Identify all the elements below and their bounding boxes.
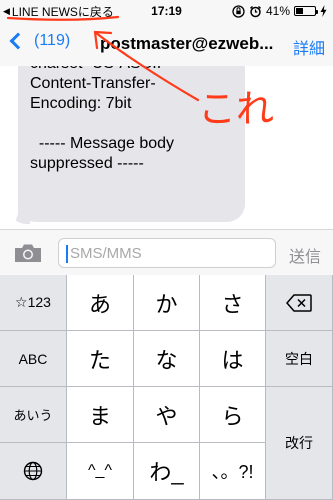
message-bubble[interactable]: charset=US-ASCII Content-Transfer- Encod… bbox=[18, 66, 245, 222]
key-abc[interactable]: ABC bbox=[0, 331, 67, 387]
keyboard: ☆123 あ か さ ABC た な は 空白 あいう ま や ら 改行 ^_^… bbox=[0, 275, 333, 500]
nav-bar: (119) postmaster@ezweb... 詳細 bbox=[0, 22, 333, 66]
key-kana[interactable]: あいう bbox=[0, 387, 67, 443]
key-space[interactable]: 空白 bbox=[266, 331, 333, 387]
message-list[interactable]: charset=US-ASCII Content-Transfer- Encod… bbox=[0, 66, 333, 229]
key-numbers[interactable]: ☆123 bbox=[0, 275, 67, 331]
charging-bolt-icon bbox=[320, 5, 327, 17]
battery-level bbox=[296, 8, 304, 14]
camera-icon[interactable] bbox=[14, 243, 42, 263]
details-button[interactable]: 詳細 bbox=[293, 35, 325, 59]
key-sa[interactable]: さ bbox=[200, 275, 266, 331]
key-ka[interactable]: か bbox=[134, 275, 200, 331]
chevron-left-icon bbox=[9, 32, 27, 50]
alarm-icon bbox=[250, 5, 261, 17]
back-button[interactable]: (119) bbox=[6, 32, 70, 50]
battery-percent: 41% bbox=[265, 4, 290, 18]
unread-count: (119) bbox=[34, 32, 71, 49]
key-a[interactable]: あ bbox=[67, 275, 134, 331]
key-na[interactable]: な bbox=[134, 331, 200, 387]
message-placeholder: SMS/MMS bbox=[70, 245, 142, 262]
compose-bar: SMS/MMS 送信 bbox=[0, 229, 333, 275]
key-ya[interactable]: や bbox=[134, 387, 200, 443]
key-ta[interactable]: た bbox=[67, 331, 134, 387]
message-text: charset=US-ASCII Content-Transfer- Encod… bbox=[30, 66, 175, 172]
status-indicators: 41% bbox=[232, 3, 327, 19]
delete-icon bbox=[286, 293, 312, 312]
key-emoticon[interactable]: ^_^ bbox=[67, 443, 134, 500]
orientation-lock-icon bbox=[232, 4, 245, 18]
status-bar: ◀ LINE NEWSに戻る 17:19 41% bbox=[0, 0, 333, 22]
text-caret bbox=[66, 245, 68, 263]
key-punctuation[interactable]: 、。?! bbox=[200, 443, 266, 500]
key-delete[interactable] bbox=[266, 275, 333, 331]
message-input[interactable]: SMS/MMS bbox=[58, 238, 276, 268]
key-ma[interactable]: ま bbox=[67, 387, 134, 443]
key-globe[interactable] bbox=[0, 443, 67, 500]
globe-icon bbox=[23, 461, 43, 481]
key-wa[interactable]: わ_ bbox=[134, 443, 200, 500]
key-ra[interactable]: ら bbox=[200, 387, 266, 443]
conversation-title: postmaster@ezweb... bbox=[100, 34, 274, 53]
key-ha[interactable]: は bbox=[200, 331, 266, 387]
key-return[interactable]: 改行 bbox=[266, 387, 333, 500]
battery-icon bbox=[294, 6, 318, 16]
send-button[interactable]: 送信 bbox=[289, 243, 321, 267]
